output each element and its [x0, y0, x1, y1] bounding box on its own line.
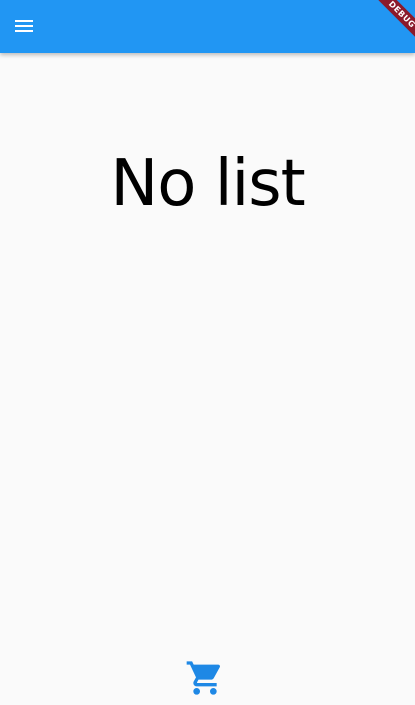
empty-list-message: No list: [110, 147, 305, 221]
app-bar: DEBUG: [0, 0, 415, 53]
menu-icon: [15, 20, 33, 32]
debug-banner: DEBUG: [365, 0, 415, 51]
menu-button[interactable]: [2, 4, 46, 48]
main-content: No list: [0, 53, 415, 705]
cart-button[interactable]: [183, 656, 227, 700]
shopping-cart-icon: [186, 661, 221, 695]
